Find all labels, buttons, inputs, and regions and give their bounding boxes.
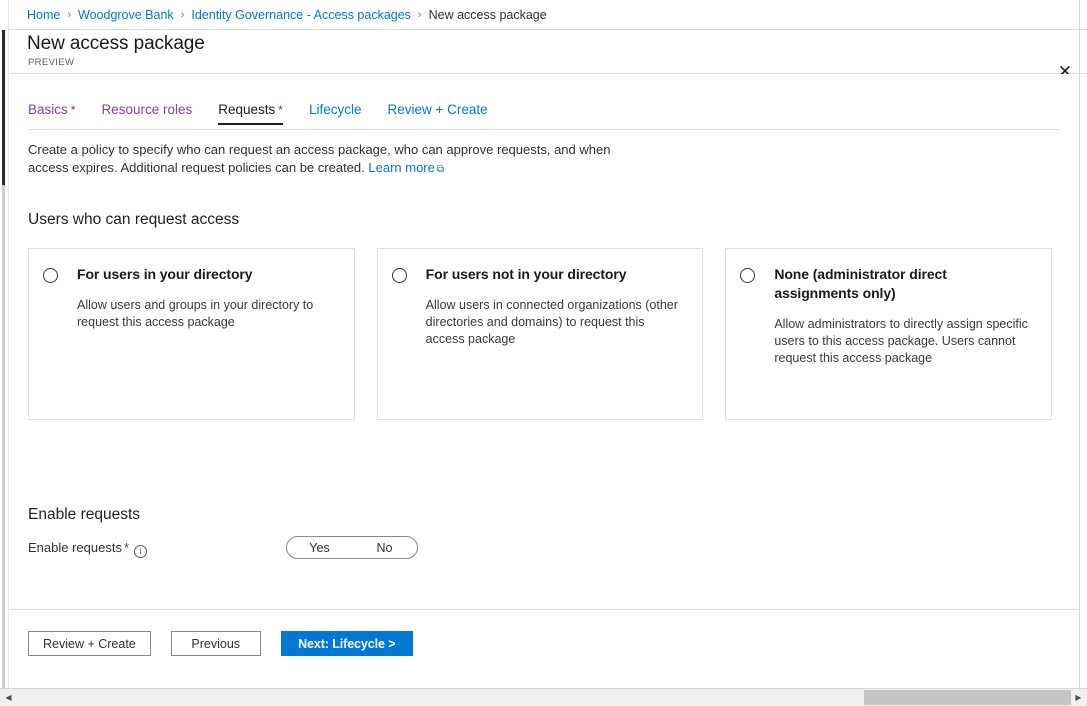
- page-scrollbar-thumb[interactable]: [2, 30, 5, 185]
- scroll-right-arrow-icon[interactable]: ▶: [1070, 689, 1087, 706]
- enable-requests-label-text: Enable requests: [28, 540, 122, 555]
- breadcrumb-separator: ›: [418, 9, 422, 21]
- requests-description: Create a policy to specify who can reque…: [28, 141, 618, 179]
- breadcrumb-item-current: New access package: [429, 8, 547, 22]
- radio-none-admin-direct[interactable]: [740, 268, 755, 283]
- radio-users-in-directory[interactable]: [43, 268, 58, 283]
- request-audience-options: For users in your directory Allow users …: [28, 248, 1052, 420]
- blade-header: New access package PREVIEW ✕: [9, 30, 1087, 74]
- preview-badge: PREVIEW: [28, 57, 74, 68]
- tab-resource-roles[interactable]: Resource roles: [101, 102, 192, 124]
- radio-users-not-in-directory[interactable]: [392, 268, 407, 283]
- horizontal-scrollbar-track[interactable]: [17, 689, 1070, 706]
- enable-requests-toggle[interactable]: Yes No: [286, 536, 418, 559]
- external-link-icon: ⧉: [437, 161, 444, 179]
- page-vertical-scrollbar[interactable]: [0, 0, 9, 688]
- breadcrumb-item-home[interactable]: Home: [27, 8, 60, 22]
- breadcrumb-item-identity-governance[interactable]: Identity Governance - Access packages: [191, 8, 411, 22]
- wizard-footer: Review + Create Previous Next: Lifecycle…: [9, 609, 1079, 688]
- footer-buttons: Review + Create Previous Next: Lifecycle…: [28, 631, 413, 656]
- tab-resource-roles-label: Resource roles: [101, 102, 192, 117]
- tab-requests[interactable]: Requests*: [218, 102, 283, 124]
- enable-requests-heading: Enable requests: [28, 506, 140, 524]
- main-content: Basics* Resource roles Requests* Lifecyc…: [9, 74, 1079, 609]
- tab-lifecycle-label: Lifecycle: [309, 102, 362, 117]
- breadcrumb: Home › Woodgrove Bank › Identity Governa…: [9, 0, 1087, 30]
- learn-more-link[interactable]: Learn more⧉: [368, 160, 444, 175]
- learn-more-label: Learn more: [368, 160, 434, 175]
- option-title: None (administrator direct assignments o…: [774, 265, 1033, 303]
- option-card-users-not-in-directory[interactable]: For users not in your directory Allow us…: [377, 248, 704, 420]
- page-scrollbar-lower-track[interactable]: [2, 185, 5, 688]
- review-create-button[interactable]: Review + Create: [28, 631, 151, 656]
- tab-basics-label: Basics: [28, 102, 68, 117]
- requests-description-text: Create a policy to specify who can reque…: [28, 142, 610, 175]
- tab-lifecycle[interactable]: Lifecycle: [309, 102, 362, 124]
- users-section-heading: Users who can request access: [28, 211, 239, 229]
- info-icon[interactable]: i: [134, 545, 147, 558]
- enable-requests-field: Enable requests* i Yes No: [28, 536, 458, 562]
- option-description: Allow users and groups in your directory…: [77, 297, 336, 331]
- option-title: For users in your directory: [77, 265, 336, 284]
- content-right-edge: [1079, 0, 1080, 688]
- tab-basics-required-star: *: [71, 103, 76, 117]
- enable-requests-label: Enable requests* i: [28, 540, 278, 558]
- horizontal-scrollbar[interactable]: ◀ ▶: [0, 688, 1087, 706]
- horizontal-scrollbar-thumb[interactable]: [864, 690, 1071, 705]
- breadcrumb-separator: ›: [67, 9, 71, 21]
- wizard-tabs: Basics* Resource roles Requests* Lifecyc…: [28, 102, 1060, 130]
- toggle-option-yes[interactable]: Yes: [287, 537, 352, 558]
- option-description: Allow users in connected organizations (…: [426, 297, 685, 348]
- breadcrumb-item-woodgrove-bank[interactable]: Woodgrove Bank: [78, 8, 174, 22]
- previous-button[interactable]: Previous: [171, 631, 261, 656]
- tab-review-create[interactable]: Review + Create: [387, 102, 487, 124]
- option-card-none-admin-direct[interactable]: None (administrator direct assignments o…: [725, 248, 1052, 420]
- option-description: Allow administrators to directly assign …: [774, 316, 1033, 367]
- breadcrumb-separator: ›: [181, 9, 185, 21]
- tab-review-create-label: Review + Create: [387, 102, 487, 117]
- tab-requests-label: Requests: [218, 102, 275, 117]
- option-card-users-in-directory[interactable]: For users in your directory Allow users …: [28, 248, 355, 420]
- page-title: New access package: [27, 33, 205, 55]
- scroll-left-arrow-icon[interactable]: ◀: [0, 689, 17, 706]
- toggle-option-no[interactable]: No: [352, 537, 417, 558]
- required-star: *: [124, 540, 129, 555]
- tab-basics[interactable]: Basics*: [28, 102, 75, 124]
- option-title: For users not in your directory: [426, 265, 685, 284]
- tab-requests-required-star: *: [278, 103, 283, 117]
- next-lifecycle-button[interactable]: Next: Lifecycle >: [281, 631, 413, 656]
